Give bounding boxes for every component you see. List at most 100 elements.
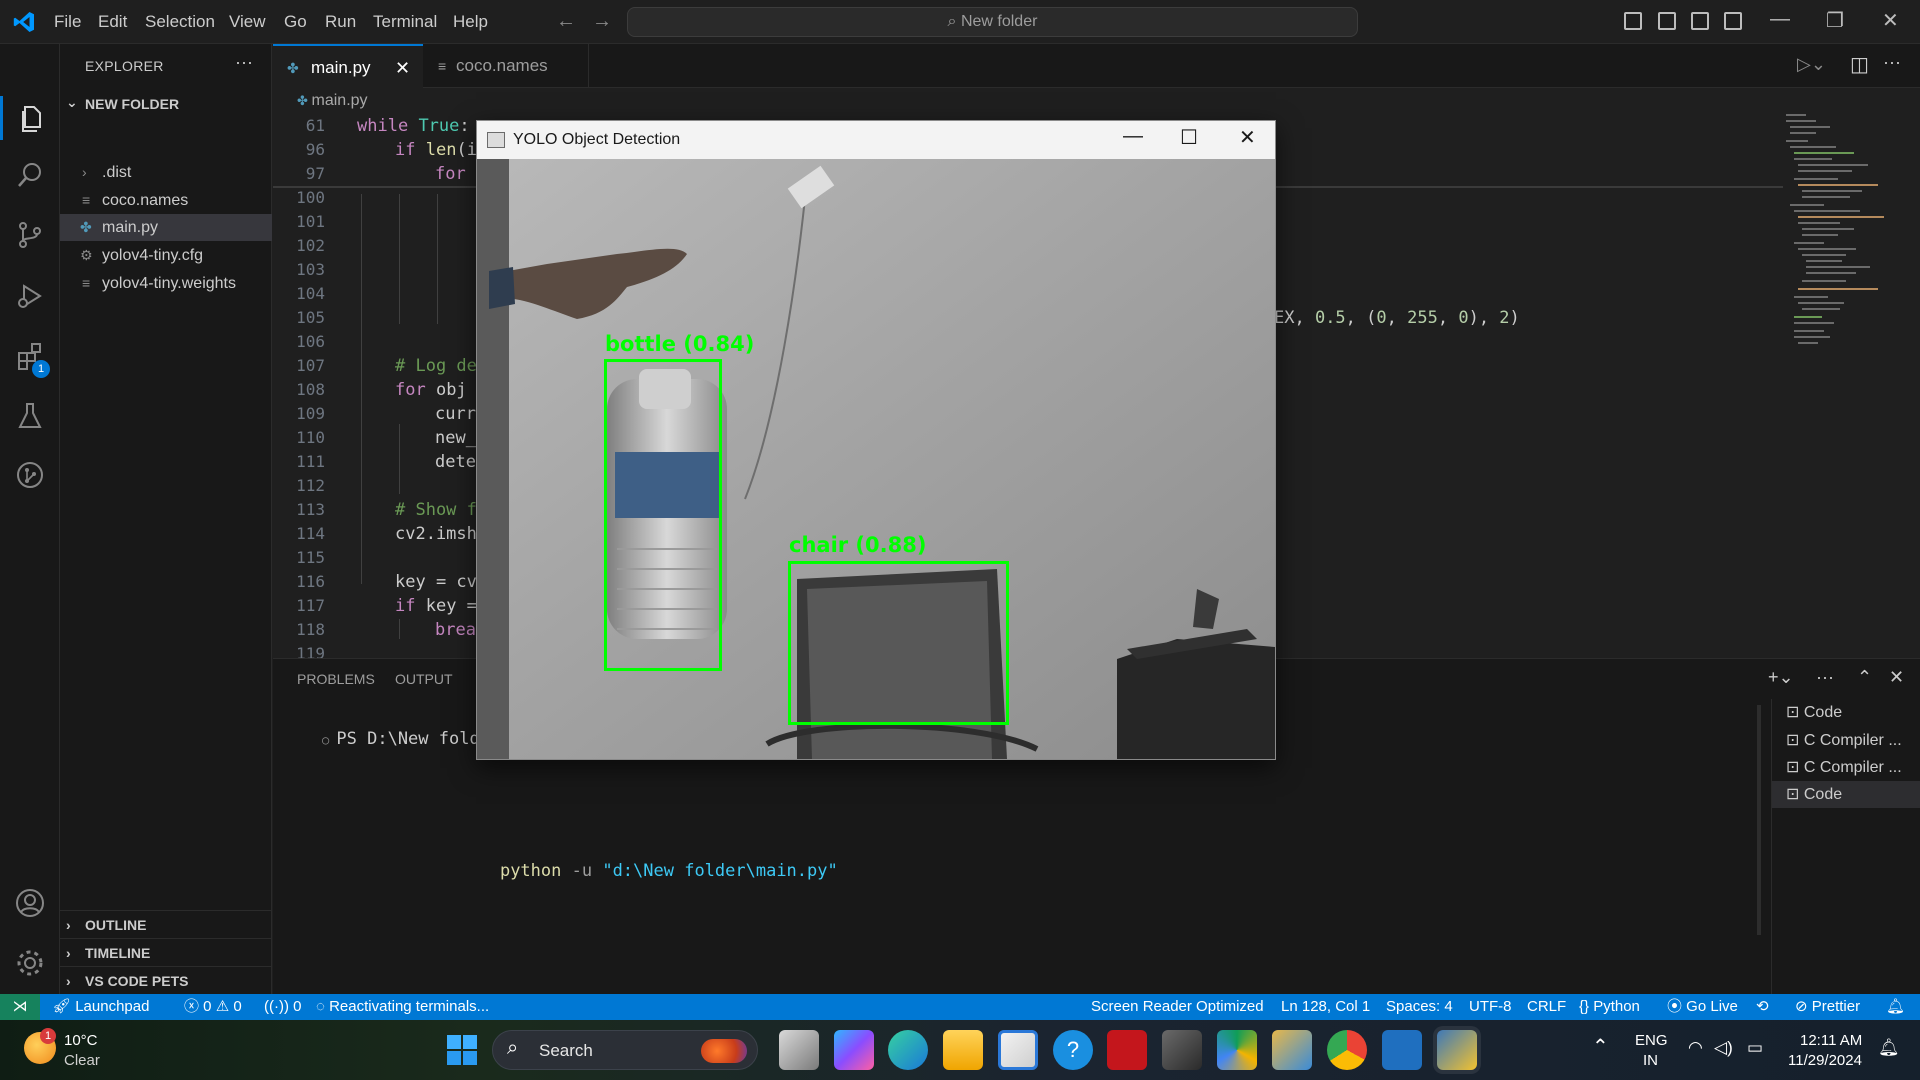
arrow-right-icon[interactable]: → xyxy=(592,10,612,33)
indentation[interactable]: Spaces: 4 xyxy=(1386,994,1453,1020)
more-actions-icon[interactable]: ··· xyxy=(235,52,253,73)
breadcrumb[interactable]: ✤ main.py xyxy=(297,92,368,110)
taskbar-search-box[interactable]: ⌕ Search xyxy=(492,1030,758,1070)
menu-edit[interactable]: Edit xyxy=(98,0,127,44)
language-mode[interactable]: {} Python xyxy=(1579,994,1640,1020)
vscode-taskbar-icon[interactable] xyxy=(1382,1030,1422,1070)
explorer-icon[interactable] xyxy=(14,102,46,134)
arrow-left-icon[interactable]: ← xyxy=(556,10,576,33)
maximize-panel-icon[interactable]: ⌃ xyxy=(1857,667,1872,688)
app-icon[interactable] xyxy=(1272,1030,1312,1070)
account-icon[interactable] xyxy=(14,887,46,919)
menu-file[interactable]: File xyxy=(54,0,81,44)
git-graph-icon[interactable] xyxy=(14,459,46,491)
task-view-icon[interactable] xyxy=(779,1030,819,1070)
tab-problems[interactable]: PROBLEMS xyxy=(297,671,375,687)
minimize-icon[interactable]: — xyxy=(1770,8,1790,31)
maximize-icon[interactable]: ❐ xyxy=(1826,8,1844,33)
section-vscode-pets[interactable]: › VS CODE PETS xyxy=(60,966,272,994)
source-control-icon[interactable] xyxy=(14,219,46,251)
terminal-item[interactable]: ⊡ Code xyxy=(1772,781,1920,808)
volume-icon[interactable]: ◁) xyxy=(1714,1038,1733,1058)
launchpad-status[interactable]: 🚀︎ Launchpad xyxy=(52,994,149,1020)
minimap[interactable] xyxy=(1782,110,1902,380)
go-live[interactable]: ⦿ Go Live xyxy=(1667,994,1738,1020)
get-help-icon[interactable]: ? xyxy=(1053,1030,1093,1070)
panel-scrollbar[interactable] xyxy=(1757,705,1761,935)
encoding[interactable]: UTF-8 xyxy=(1469,994,1512,1020)
toggle-panel-icon[interactable] xyxy=(1658,12,1676,30)
windows-start-icon[interactable] xyxy=(446,1034,478,1066)
edge-browser-icon[interactable] xyxy=(888,1030,928,1070)
menu-selection[interactable]: Selection xyxy=(145,0,215,44)
line-ending[interactable]: CRLF xyxy=(1527,994,1566,1020)
remote-indicator-icon[interactable]: ⋊ xyxy=(0,994,40,1020)
more-actions-icon[interactable]: ··· xyxy=(1883,52,1901,73)
close-tab-icon[interactable]: ✕ xyxy=(395,46,410,90)
problems-status[interactable]: ⓧ 0 ⚠ 0 xyxy=(184,994,242,1020)
terminal-item[interactable]: ⊡ Code xyxy=(1772,699,1920,726)
folder-header[interactable]: ⌄ NEW FOLDER xyxy=(60,94,272,116)
run-debug-icon[interactable] xyxy=(14,280,46,312)
minimize-icon[interactable]: — xyxy=(1123,125,1143,148)
tree-item-coco-names[interactable]: ≡ coco.names xyxy=(60,187,272,214)
copilot-icon[interactable] xyxy=(834,1030,874,1070)
input-region[interactable]: IN xyxy=(1643,1052,1658,1069)
terminal-item[interactable]: ⊡ C Compiler ... xyxy=(1772,727,1920,754)
customize-layout-icon[interactable] xyxy=(1724,12,1742,30)
screen-reader-status[interactable]: Screen Reader Optimized xyxy=(1091,994,1264,1020)
wifi-icon[interactable]: ◠ xyxy=(1688,1038,1703,1058)
new-terminal-icon[interactable]: +⌄ xyxy=(1768,667,1794,688)
menu-run[interactable]: Run xyxy=(325,0,356,44)
app-icon[interactable] xyxy=(1162,1030,1202,1070)
toggle-sidebar-icon[interactable] xyxy=(1624,12,1642,30)
battery-icon[interactable]: ▭ xyxy=(1747,1038,1763,1058)
maximize-icon[interactable]: ☐ xyxy=(1180,125,1198,150)
run-python-icon[interactable]: ▷⌄ xyxy=(1797,54,1826,75)
tree-item-yolov4-weights[interactable]: ≡ yolov4-tiny.weights xyxy=(60,270,272,297)
section-outline[interactable]: › OUTLINE xyxy=(60,910,272,938)
ports-status[interactable]: ((·)) 0 xyxy=(264,994,302,1020)
yolo-titlebar[interactable]: YOLO Object Detection — ☐ ✕ xyxy=(477,121,1275,159)
python-taskbar-icon[interactable] xyxy=(1437,1030,1477,1070)
section-timeline[interactable]: › TIMELINE xyxy=(60,938,272,966)
menu-terminal[interactable]: Terminal xyxy=(373,0,437,44)
notification-bell-icon[interactable]: 🔔︎ xyxy=(1878,1038,1900,1058)
chevron-up-icon[interactable]: ⌃ xyxy=(1592,1034,1609,1059)
search-icon[interactable] xyxy=(14,159,46,191)
close-icon[interactable]: ✕ xyxy=(1239,125,1256,150)
tree-item-yolov4-cfg[interactable]: ⚙ yolov4-tiny.cfg xyxy=(60,242,272,269)
tree-item-main-py[interactable]: ✤ main.py xyxy=(60,214,272,241)
clock-time[interactable]: 12:11 AM xyxy=(1800,1032,1862,1049)
sync-icon[interactable]: ⟲ xyxy=(1756,994,1769,1020)
mcafee-icon[interactable] xyxy=(1107,1030,1147,1070)
tab-output[interactable]: OUTPUT xyxy=(395,671,453,687)
split-editor-icon[interactable]: ◫ xyxy=(1850,52,1869,77)
manage-gear-icon[interactable] xyxy=(14,947,46,979)
tab-coco-names[interactable]: ≡ coco.names xyxy=(424,44,589,88)
clock-date[interactable]: 11/29/2024 xyxy=(1788,1052,1862,1069)
chrome-icon[interactable] xyxy=(1327,1030,1367,1070)
menu-view[interactable]: View xyxy=(229,0,266,44)
prettier-status[interactable]: ⊘ Prettier xyxy=(1795,994,1860,1020)
tab-main-py[interactable]: ✤ main.py ✕ xyxy=(273,44,423,88)
close-panel-icon[interactable]: ✕ xyxy=(1889,667,1904,688)
testing-flask-icon[interactable] xyxy=(14,400,46,432)
close-icon[interactable]: ✕ xyxy=(1882,8,1899,33)
notifications-bell-icon[interactable]: 🔔︎ xyxy=(1886,994,1905,1020)
menu-help[interactable]: Help xyxy=(453,0,488,44)
menu-go[interactable]: Go xyxy=(284,0,307,44)
terminal-item[interactable]: ⊡ C Compiler ... xyxy=(1772,754,1920,781)
cursor-position[interactable]: Ln 128, Col 1 xyxy=(1281,994,1370,1020)
command-center[interactable]: ⌕ New folder xyxy=(627,7,1358,37)
line-number: 117 xyxy=(296,596,325,615)
microsoft-store-icon[interactable] xyxy=(998,1030,1038,1070)
weather-temp[interactable]: 10°C xyxy=(64,1032,98,1049)
more-actions-icon[interactable]: ··· xyxy=(1816,667,1834,688)
tree-item-dist[interactable]: › .dist xyxy=(60,159,272,186)
weather-desc[interactable]: Clear xyxy=(64,1052,100,1069)
file-explorer-icon[interactable] xyxy=(943,1030,983,1070)
toggle-secondary-sidebar-icon[interactable] xyxy=(1691,12,1709,30)
input-language[interactable]: ENG xyxy=(1635,1032,1668,1049)
google-drive-icon[interactable] xyxy=(1217,1030,1257,1070)
